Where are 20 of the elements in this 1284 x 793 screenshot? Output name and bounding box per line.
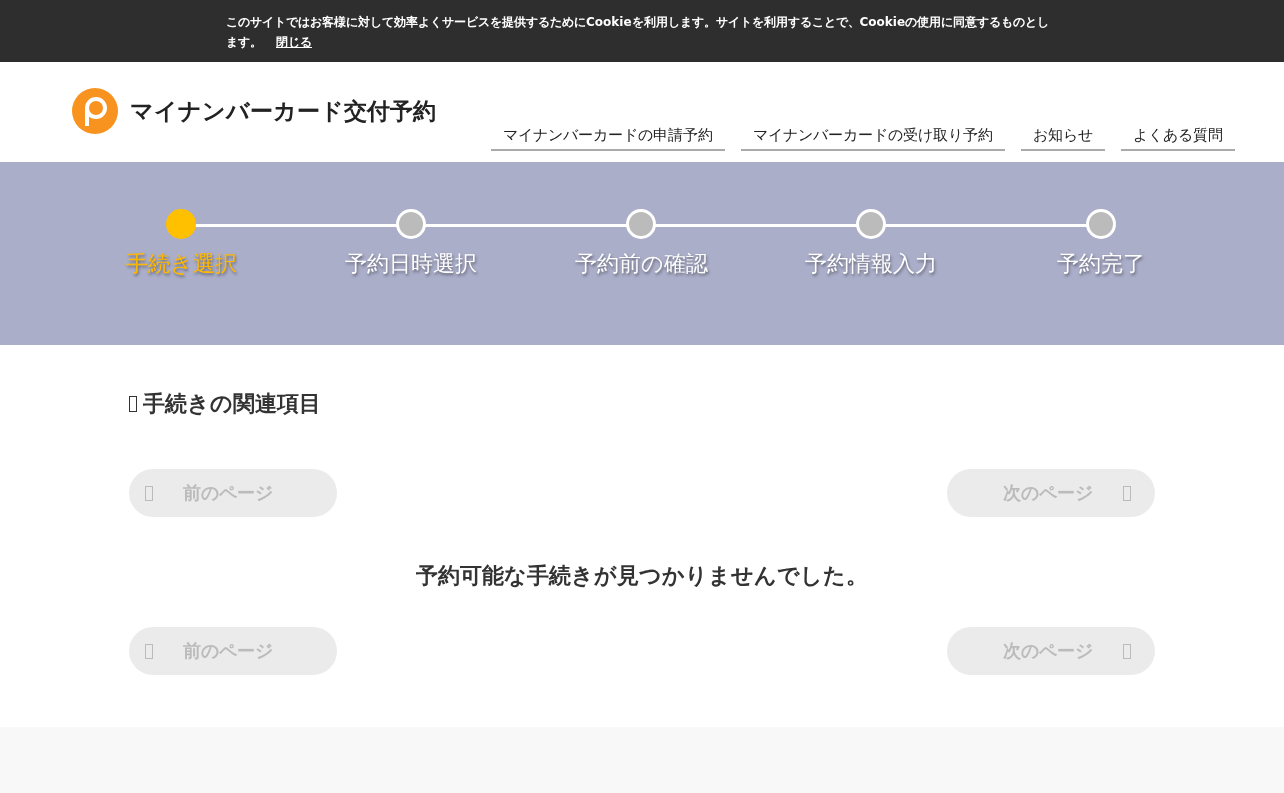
step-label: 予約日時選択 <box>345 250 477 278</box>
missing-glyph-icon <box>1123 643 1131 659</box>
nav-link[interactable]: マイナンバーカードの受け取り予約 <box>741 126 1005 151</box>
missing-glyph-icon <box>145 485 153 501</box>
section-heading: 手続きの関連項目 <box>143 390 321 418</box>
missing-glyph-icon <box>129 396 137 412</box>
step-label: 予約情報入力 <box>805 250 937 278</box>
step-label: 予約完了 <box>1057 250 1145 278</box>
nav-link[interactable]: よくある質問 <box>1121 126 1235 151</box>
step-label: 手続き選択 <box>125 250 237 278</box>
nav-link[interactable]: マイナンバーカードの申請予約 <box>491 126 725 151</box>
close-link[interactable]: 閉じる <box>276 35 312 49</box>
nav-link[interactable]: お知らせ <box>1021 126 1105 151</box>
missing-glyph-icon <box>1123 485 1131 501</box>
logo-icon <box>72 88 118 134</box>
site-title: マイナンバーカード交付予約 <box>130 96 436 126</box>
missing-glyph-icon <box>145 643 153 659</box>
cookie-message: このサイトではお客様に対して効率よくサービスを提供するためにCookieを利用します。サイトを利用することで、Cookieの使用に同意するものとします。 閉じる <box>226 14 1051 51</box>
empty-message: 予約可能な手続きが見つかりませんでした。 <box>415 562 869 590</box>
step-label: 予約前の確認 <box>574 250 708 278</box>
